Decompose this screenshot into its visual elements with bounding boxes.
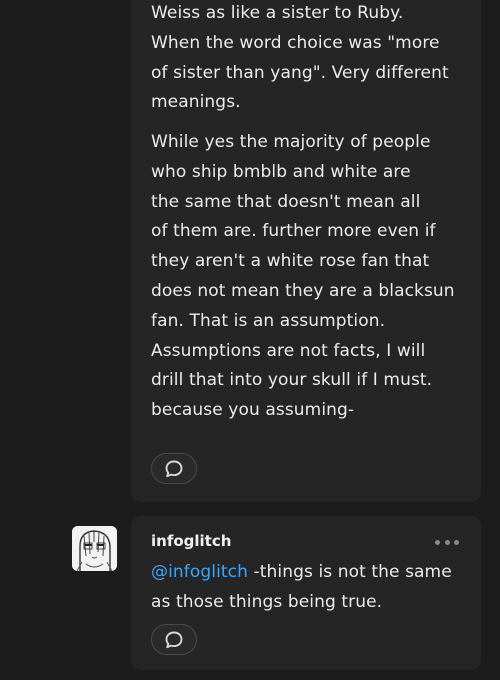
dot	[444, 539, 450, 545]
reply-button[interactable]	[151, 453, 197, 484]
text-line: fan. That is an assumption.	[151, 310, 386, 331]
mention-link[interactable]: @infoglitch	[151, 562, 248, 582]
reply-card: Weiss as like a sister to Ruby. When the…	[131, 0, 481, 502]
text-line: who ship bmblb and white are	[151, 161, 411, 182]
reply-paragraph: @infoglitch -things is not the same as t…	[151, 558, 452, 618]
reply-button[interactable]	[151, 624, 197, 655]
text-line: they aren't a white rose fan that	[151, 251, 430, 272]
username[interactable]: infoglitch	[151, 532, 231, 550]
text-line: @infoglitch -things is not the same	[151, 558, 452, 588]
reply-paragraph: Weiss as like a sister to Ruby. When the…	[151, 0, 449, 118]
reply-paragraph: While yes the majority of people who shi…	[151, 128, 455, 426]
speech-bubble-icon	[165, 460, 183, 477]
dot	[454, 539, 459, 545]
text-line: Assumptions are not facts, I will	[151, 340, 426, 361]
avatar[interactable]	[72, 526, 117, 571]
text-line: meanings.	[151, 92, 241, 113]
text-line: of sister than yang". Very different	[151, 62, 449, 83]
page: Weiss as like a sister to Ruby. When the…	[0, 0, 500, 680]
text-line: When the word choice was "more	[151, 32, 440, 53]
speech-bubble-icon	[165, 631, 183, 648]
text-line: of them are. further more even if	[151, 221, 436, 242]
text-fragment: -things is not the same	[248, 562, 452, 582]
text-line: While yes the majority of people	[151, 132, 431, 152]
text-line: Weiss as like a sister to Ruby.	[151, 3, 404, 23]
anime-avatar-icon	[72, 526, 117, 571]
text-line: drill that into your skull if I must.	[151, 370, 433, 391]
text-line: as those things being true.	[151, 591, 383, 612]
more-dots-icon[interactable]	[435, 535, 459, 549]
text-line: does not mean they are a blacksun	[151, 280, 455, 301]
text-line: because you assuming-	[151, 400, 355, 421]
text-line: the same that doesn't mean all	[151, 191, 421, 212]
reply-card: infoglitch @infoglitch -things is not th…	[131, 516, 481, 670]
dot	[435, 539, 440, 545]
